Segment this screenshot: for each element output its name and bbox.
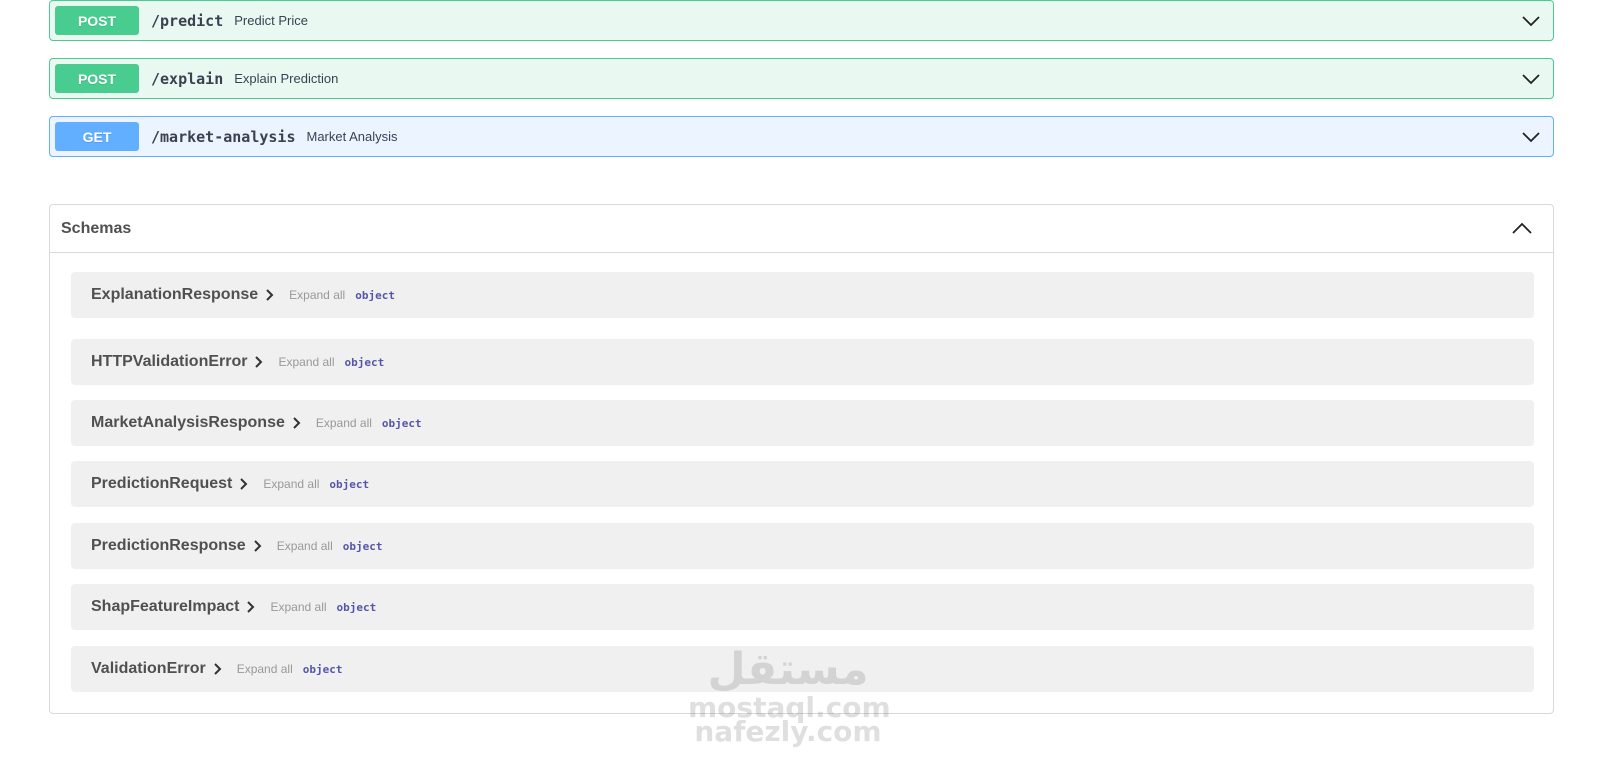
- operation-post-explain[interactable]: POST /explain Explain Prediction: [49, 58, 1554, 99]
- schema-model-prediction-response[interactable]: PredictionResponse Expand all object: [71, 523, 1534, 569]
- operations-list: POST /predict Predict Price POST /explai…: [49, 0, 1554, 174]
- chevron-right-icon[interactable]: [212, 663, 224, 675]
- schema-model-market-analysis-response[interactable]: MarketAnalysisResponse Expand all object: [71, 400, 1534, 446]
- operation-summary: Market Analysis: [306, 129, 398, 144]
- chevron-right-icon[interactable]: [253, 356, 265, 368]
- chevron-right-icon[interactable]: [245, 601, 257, 613]
- expand-all-link[interactable]: Expand all: [316, 416, 372, 430]
- model-name: PredictionResponse: [91, 537, 246, 554]
- model-type: object: [302, 662, 343, 676]
- chevron-right-icon[interactable]: [238, 478, 250, 490]
- expand-all-link[interactable]: Expand all: [278, 355, 334, 369]
- model-name: ValidationError: [91, 660, 206, 677]
- expand-all-link[interactable]: Expand all: [270, 600, 326, 614]
- method-badge: POST: [55, 64, 139, 93]
- chevron-right-icon[interactable]: [291, 417, 303, 429]
- schema-model-prediction-request[interactable]: PredictionRequest Expand all object: [71, 461, 1534, 507]
- model-type: object: [381, 416, 422, 430]
- schemas-title: Schemas: [61, 219, 132, 237]
- chevron-up-icon[interactable]: [1511, 218, 1533, 240]
- operation-path: /predict: [151, 11, 224, 30]
- method-badge: POST: [55, 6, 139, 35]
- expand-all-link[interactable]: Expand all: [263, 477, 319, 491]
- model-type: object: [329, 477, 370, 491]
- watermark-domain-2: nafezly.com: [694, 715, 882, 748]
- schema-model-shap-feature-impact[interactable]: ShapFeatureImpact Expand all object: [71, 584, 1534, 630]
- model-name: ShapFeatureImpact: [91, 598, 240, 615]
- schema-model-explanation-response[interactable]: ExplanationResponse Expand all object: [71, 272, 1534, 318]
- expand-all-link[interactable]: Expand all: [237, 662, 293, 676]
- model-type: object: [336, 600, 377, 614]
- operation-summary: Explain Prediction: [234, 71, 339, 86]
- schema-model-validation-error[interactable]: ValidationError Expand all object: [71, 646, 1534, 692]
- model-name: PredictionRequest: [91, 475, 233, 492]
- expand-all-link[interactable]: Expand all: [277, 539, 333, 553]
- model-type: object: [342, 539, 383, 553]
- expand-all-link[interactable]: Expand all: [289, 288, 345, 302]
- chevron-down-icon[interactable]: [1521, 11, 1541, 31]
- schemas-header[interactable]: Schemas: [50, 205, 1553, 253]
- chevron-right-icon[interactable]: [252, 540, 264, 552]
- chevron-down-icon[interactable]: [1521, 69, 1541, 89]
- model-name: MarketAnalysisResponse: [91, 414, 285, 431]
- operation-summary: Predict Price: [234, 13, 308, 28]
- operation-path: /explain: [151, 69, 224, 88]
- model-name: ExplanationResponse: [91, 286, 259, 303]
- operation-path: /market-analysis: [151, 127, 296, 146]
- operation-get-market-analysis[interactable]: GET /market-analysis Market Analysis: [49, 116, 1554, 157]
- chevron-right-icon[interactable]: [264, 289, 276, 301]
- chevron-down-icon[interactable]: [1521, 127, 1541, 147]
- schemas-section: Schemas ExplanationResponse Expand all o…: [49, 204, 1554, 714]
- model-type: object: [355, 288, 395, 302]
- model-type: object: [344, 355, 385, 369]
- method-badge: GET: [55, 122, 139, 151]
- model-name: HTTPValidationError: [91, 353, 248, 370]
- schema-model-http-validation-error[interactable]: HTTPValidationError Expand all object: [71, 339, 1534, 385]
- operation-post-predict[interactable]: POST /predict Predict Price: [49, 0, 1554, 41]
